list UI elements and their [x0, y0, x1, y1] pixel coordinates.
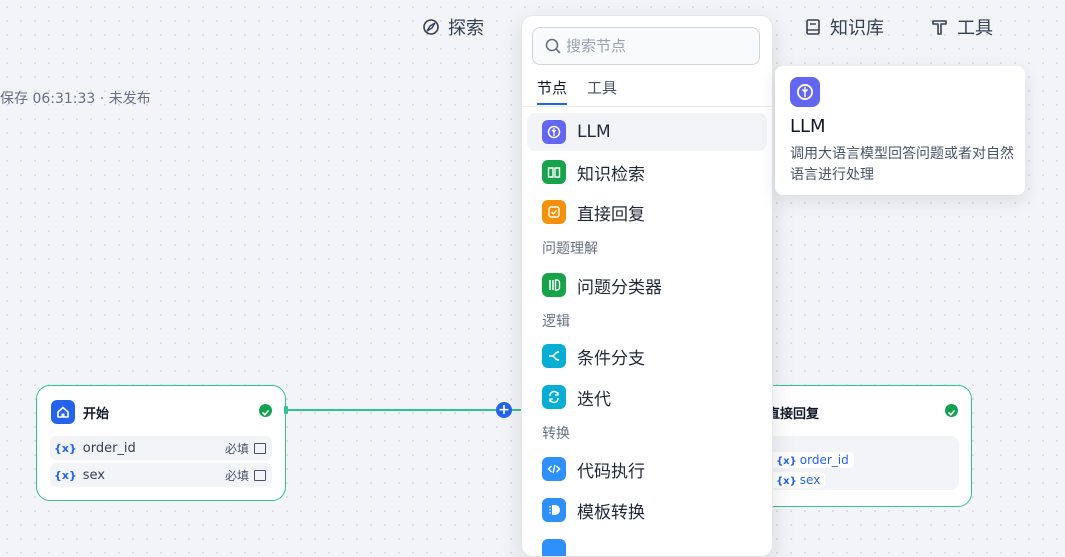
section-label: 转换	[542, 426, 570, 442]
edge-connector	[286, 409, 526, 411]
book-icon	[542, 160, 566, 184]
nav-knowledge-label: 知识库	[830, 18, 884, 39]
tooltip-description: 调用大语言模型回答问题或者对自然语言进行处理	[790, 146, 1014, 183]
nav-tools[interactable]: 工具	[931, 14, 993, 40]
section-label: 逻辑	[542, 314, 570, 330]
variable-icon: {x}	[54, 468, 77, 482]
tooltip-title: LLM	[790, 116, 826, 137]
nav-knowledge[interactable]: 知识库	[804, 14, 884, 40]
variable-chip: {x} sex	[771, 471, 826, 488]
menu-item-more[interactable]	[527, 532, 767, 556]
required-label: 必填	[225, 440, 272, 457]
code-icon	[542, 457, 566, 481]
required-label: 必填	[225, 467, 272, 484]
picker-tabs: 节点 工具	[537, 77, 617, 105]
variable-chip: {x} order_id	[771, 451, 854, 468]
menu-item-label: 知识检索	[577, 164, 645, 185]
menu-item-label: 模板转换	[577, 502, 645, 523]
add-node-button[interactable]: +	[496, 402, 512, 418]
classifier-icon	[542, 273, 566, 297]
menu-item-label: 条件分支	[577, 348, 645, 369]
edge-handle[interactable]	[284, 406, 288, 414]
llm-icon	[790, 77, 820, 107]
variable-icon: {x}	[776, 455, 797, 467]
hammer-icon	[932, 20, 947, 35]
nav-explore-label: 探索	[448, 18, 484, 39]
home-icon	[51, 400, 75, 424]
reply-icon	[542, 200, 566, 224]
menu-item-label: LLM	[577, 122, 611, 142]
start-node[interactable]: 开始 {x} order_id 必填 {x} sex 必填	[36, 385, 286, 501]
reply-node-title: 直接回复	[767, 406, 820, 422]
menu-item-label: 直接回复	[577, 204, 645, 225]
node-tooltip: LLM 调用大语言模型回答问题或者对自然语言进行处理	[775, 66, 1025, 195]
menu-item-template[interactable]: 模板转换	[527, 491, 767, 529]
text-field-icon	[254, 442, 266, 454]
menu-item-code[interactable]: 代码执行	[527, 450, 767, 488]
variable-icon: {x}	[54, 441, 77, 455]
variable-row[interactable]: {x} sex 必填	[50, 463, 272, 487]
nav-explore[interactable]: 探索	[422, 14, 484, 40]
tab-nodes[interactable]: 节点	[537, 77, 568, 105]
node-picker: 节点 工具 LLM 知识检索 直接回复 问题理解 问题分类器 逻辑 条件分支	[521, 15, 773, 557]
search-box[interactable]	[532, 27, 760, 65]
text-field-icon	[254, 469, 266, 481]
menu-item-iteration[interactable]: 迭代	[527, 378, 767, 416]
menu-item-label: 代码执行	[577, 461, 645, 482]
search-input[interactable]	[566, 37, 736, 55]
menu-item-if-else[interactable]: 条件分支	[527, 337, 767, 375]
iteration-icon	[542, 385, 566, 409]
llm-icon	[542, 120, 566, 144]
save-status: 保存 06:31:33 · 未发布	[0, 91, 151, 107]
template-icon	[542, 498, 566, 522]
check-icon	[259, 404, 272, 417]
tab-tools[interactable]: 工具	[587, 77, 617, 105]
menu-item-question-classifier[interactable]: 问题分类器	[527, 266, 767, 304]
menu-item-direct-reply[interactable]: 直接回复	[527, 193, 767, 231]
compass-icon	[423, 19, 439, 35]
nav-tools-label: 工具	[957, 18, 993, 39]
menu-item-label: 迭代	[577, 389, 611, 410]
start-node-title: 开始	[83, 406, 110, 422]
check-icon	[945, 404, 958, 417]
menu-item-label: 问题分类器	[577, 277, 662, 298]
variable-name: sex	[82, 467, 106, 483]
section-label: 问题理解	[542, 241, 598, 257]
variable-name: order_id	[82, 440, 136, 456]
menu-item-knowledge-retrieval[interactable]: 知识检索	[527, 153, 767, 191]
branch-icon	[542, 344, 566, 368]
variable-icon: {x}	[776, 475, 797, 487]
divider	[522, 106, 772, 107]
book-icon	[806, 19, 820, 35]
variable-row[interactable]: {x} order_id 必填	[50, 436, 272, 460]
search-icon	[545, 38, 561, 54]
menu-item-llm[interactable]: LLM	[527, 113, 767, 151]
